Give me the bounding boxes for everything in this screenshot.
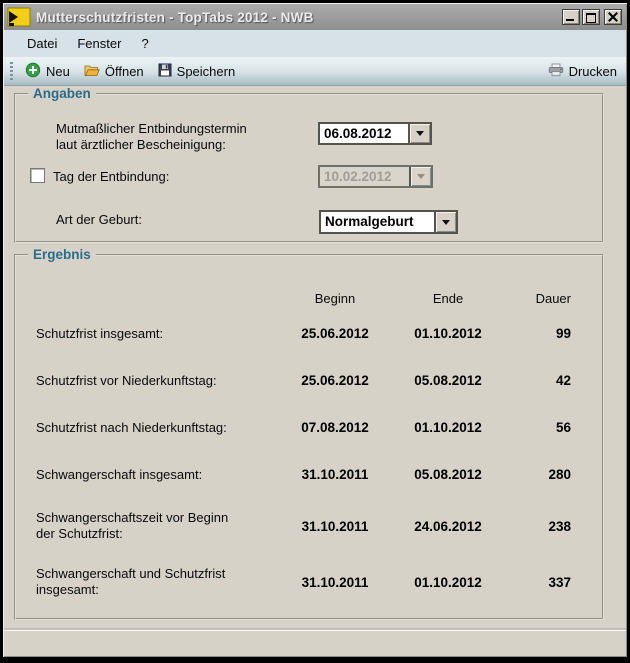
ergebnis-groupbox: Ergebnis Beginn Ende Dauer Schutzfrist i… [14, 254, 604, 620]
new-icon [25, 62, 41, 81]
birth-type-dropdown-button[interactable] [434, 212, 456, 232]
row-label: Schutzfrist nach Niederkunftstag: [36, 420, 246, 436]
row-ende: 24.06.2012 [400, 519, 496, 534]
menubar: Datei Fenster ? [4, 30, 626, 57]
open-folder-icon [84, 63, 100, 80]
window-title: Mutterschutzfristen - TopTabs 2012 - NWB [36, 10, 314, 25]
status-bar [4, 630, 626, 656]
window-controls [562, 9, 626, 25]
column-header-ende: Ende [400, 291, 496, 306]
print-button-label: Drucken [569, 64, 617, 79]
birth-day-combobox: 10.02.2012 [318, 165, 433, 188]
row-beginn: 31.10.2011 [270, 467, 400, 482]
menu-item-fenster[interactable]: Fenster [67, 33, 131, 54]
new-button[interactable]: Neu [18, 59, 77, 84]
table-row: Schutzfrist insgesamt: 25.06.2012 01.10.… [36, 310, 573, 357]
toolbar-gripper[interactable] [10, 62, 13, 80]
birth-day-dropdown-button [409, 167, 431, 186]
ergebnis-table: Beginn Ende Dauer Schutzfrist insgesamt:… [36, 286, 573, 610]
open-button-label: Öffnen [105, 64, 144, 79]
save-floppy-icon [158, 63, 172, 80]
row-dauer: 56 [496, 420, 573, 435]
table-row: Schwangerschaftszeit vor Beginn der Schu… [36, 498, 573, 554]
row-ende: 01.10.2012 [400, 326, 496, 341]
row-beginn: 31.10.2011 [270, 519, 400, 534]
row-dauer: 280 [496, 467, 573, 482]
row-dauer: 238 [496, 519, 573, 534]
angaben-groupbox: Angaben Mutmaßlicher Entbindungstermin l… [14, 93, 604, 243]
maximize-icon [586, 13, 596, 23]
menu-item-help[interactable]: ? [131, 33, 158, 54]
table-header-row: Beginn Ende Dauer [36, 286, 573, 310]
birth-type-label: Art der Geburt: [56, 212, 142, 228]
row-label: Schutzfrist vor Niederkunftstag: [36, 373, 246, 389]
column-header-dauer: Dauer [496, 291, 573, 306]
save-button[interactable]: Speichern [151, 60, 243, 83]
printer-icon [548, 63, 564, 80]
row-label: Schwangerschaftszeit vor Beginn der Schu… [36, 510, 246, 542]
table-row: Schwangerschaft und Schutzfrist insgesam… [36, 554, 573, 610]
birth-type-combobox[interactable]: Normalgeburt [319, 210, 458, 234]
minimize-button[interactable] [562, 9, 580, 25]
row-dauer: 99 [496, 326, 573, 341]
print-button[interactable]: Drucken [541, 60, 624, 83]
maximize-button[interactable] [582, 9, 600, 25]
row-beginn: 07.08.2012 [270, 420, 400, 435]
birth-day-value: 10.02.2012 [320, 167, 409, 186]
chevron-down-icon [442, 220, 450, 225]
row-dauer: 337 [496, 575, 573, 590]
chevron-down-icon [417, 174, 425, 179]
row-label: Schutzfrist insgesamt: [36, 326, 246, 342]
chevron-down-icon [416, 131, 424, 136]
open-button[interactable]: Öffnen [77, 60, 151, 83]
new-button-label: Neu [46, 64, 70, 79]
row-ende: 01.10.2012 [400, 575, 496, 590]
due-date-combobox[interactable]: 06.08.2012 [318, 122, 432, 145]
minimize-icon [566, 19, 574, 21]
row-ende: 05.08.2012 [400, 467, 496, 482]
row-label: Schwangerschaft und Schutzfrist insgesam… [36, 566, 246, 598]
close-button[interactable] [604, 9, 622, 25]
row-beginn: 31.10.2011 [270, 575, 400, 590]
close-icon [608, 12, 618, 22]
angaben-group-title: Angaben [28, 86, 96, 102]
row-ende: 05.08.2012 [400, 373, 496, 388]
ergebnis-group-title: Ergebnis [28, 247, 96, 263]
birth-day-label: Tag der Entbindung: [53, 169, 169, 185]
row-ende: 01.10.2012 [400, 420, 496, 435]
table-row: Schwangerschaft insgesamt: 31.10.2011 05… [36, 451, 573, 498]
due-date-label: Mutmaßlicher Entbindungstermin laut ärzt… [56, 121, 266, 153]
birth-day-checkbox[interactable] [30, 168, 45, 183]
toolbar: Neu Öffnen Speichern [4, 57, 626, 86]
row-beginn: 25.06.2012 [270, 373, 400, 388]
row-beginn: 25.06.2012 [270, 326, 400, 341]
table-row: Schutzfrist vor Niederkunftstag: 25.06.2… [36, 357, 573, 404]
column-header-beginn: Beginn [270, 291, 400, 306]
table-row: Schutzfrist nach Niederkunftstag: 07.08.… [36, 404, 573, 451]
row-dauer: 42 [496, 373, 573, 388]
save-button-label: Speichern [177, 64, 236, 79]
due-date-dropdown-button[interactable] [408, 124, 430, 143]
birth-type-value: Normalgeburt [321, 212, 434, 232]
row-label: Schwangerschaft insgesamt: [36, 467, 246, 483]
due-date-value: 06.08.2012 [320, 124, 408, 143]
titlebar[interactable]: Mutterschutzfristen - TopTabs 2012 - NWB [4, 4, 626, 30]
app-window: Mutterschutzfristen - TopTabs 2012 - NWB… [3, 3, 627, 657]
menu-item-datei[interactable]: Datei [17, 33, 67, 54]
app-icon [7, 7, 31, 27]
